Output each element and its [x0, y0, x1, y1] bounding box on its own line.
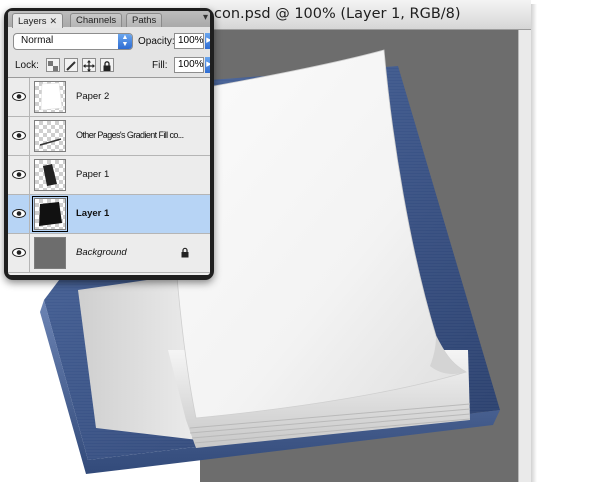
- layers-panel-body: Layers ✕ Channels Paths ▾ Normal ▲ ▼ Opaci…: [8, 11, 210, 275]
- lock-row: Lock: Fill: 100% ▶: [8, 53, 210, 78]
- layer-thumbnail: [34, 237, 66, 269]
- checker-icon: [48, 61, 58, 71]
- tab-paths-label: Paths: [132, 15, 157, 26]
- lock-image-pixels-button[interactable]: [64, 58, 78, 72]
- lock-icon: [103, 61, 111, 71]
- visibility-toggle[interactable]: [8, 156, 30, 194]
- cover-thumbnail-icon: [39, 202, 62, 226]
- eye-icon: [12, 248, 26, 257]
- layer-name: Layer 1: [76, 208, 110, 219]
- lock-transparent-pixels-button[interactable]: [46, 58, 60, 72]
- opacity-slider-button[interactable]: ▶: [205, 33, 210, 49]
- panel-menu-icon[interactable]: ▾: [203, 12, 208, 23]
- layer-name: Paper 1: [76, 169, 110, 180]
- layers-panel: Layers ✕ Channels Paths ▾ Normal ▲ ▼ Opaci…: [4, 8, 214, 280]
- layer-thumbnail: [34, 120, 66, 152]
- blend-options-row: Normal ▲ ▼ Opacity: 100% ▶: [8, 27, 210, 53]
- fill-input[interactable]: 100%: [174, 57, 204, 73]
- tab-paths[interactable]: Paths: [126, 13, 163, 27]
- layer-name: Paper 2: [76, 91, 110, 102]
- layer-thumbnail: [32, 196, 68, 232]
- layer-name: Other Pages's Gradient Fill co...: [76, 130, 184, 140]
- visibility-toggle[interactable]: [8, 78, 30, 116]
- layer-thumbnail: [34, 81, 66, 113]
- move-icon: [83, 60, 95, 72]
- fill-slider-button[interactable]: ▶: [205, 57, 210, 73]
- tab-layers-label: Layers: [18, 16, 47, 27]
- layer-row-background[interactable]: Background: [8, 234, 210, 273]
- gradient-stroke-thumbnail-icon: [39, 138, 62, 146]
- opacity-input[interactable]: 100%: [174, 33, 204, 49]
- layer-row-paper-1[interactable]: Paper 1: [8, 156, 210, 195]
- dark-page-thumbnail-icon: [43, 164, 57, 186]
- tab-channels-label: Channels: [76, 15, 117, 26]
- eye-icon: [12, 170, 26, 179]
- lock-icon: [181, 247, 189, 258]
- tab-channels[interactable]: Channels: [70, 13, 123, 27]
- brush-icon: [66, 61, 76, 71]
- layer-row-paper-2[interactable]: Paper 2: [8, 78, 210, 117]
- layer-list: Paper 2 Other Pages's Gradient Fill co..…: [8, 78, 210, 275]
- layer-thumbnail: [34, 159, 66, 191]
- select-arrows-icon: ▲ ▼: [118, 34, 132, 49]
- lock-position-button[interactable]: [82, 58, 96, 72]
- eye-icon: [12, 92, 26, 101]
- tab-layers[interactable]: Layers ✕: [12, 13, 64, 28]
- opacity-label: Opacity:: [138, 36, 175, 47]
- close-tab-icon[interactable]: ✕: [50, 16, 58, 26]
- blend-mode-value: Normal: [21, 35, 54, 46]
- visibility-toggle[interactable]: [8, 234, 30, 272]
- paper-thumbnail-icon: [40, 82, 63, 111]
- layer-name: Background: [76, 247, 127, 258]
- layer-row-layer-1[interactable]: Layer 1: [8, 195, 210, 234]
- lock-label: Lock:: [15, 60, 39, 71]
- panel-tab-strip: Layers ✕ Channels Paths ▾: [8, 11, 210, 28]
- visibility-toggle[interactable]: [8, 117, 30, 155]
- visibility-toggle[interactable]: [8, 195, 30, 233]
- lock-all-button[interactable]: [100, 58, 114, 72]
- fill-label: Fill:: [152, 60, 168, 71]
- layer-row-gradient-fill[interactable]: Other Pages's Gradient Fill co...: [8, 117, 210, 156]
- blend-mode-select[interactable]: Normal ▲ ▼: [13, 33, 133, 50]
- eye-icon: [12, 131, 26, 140]
- eye-icon: [12, 209, 26, 218]
